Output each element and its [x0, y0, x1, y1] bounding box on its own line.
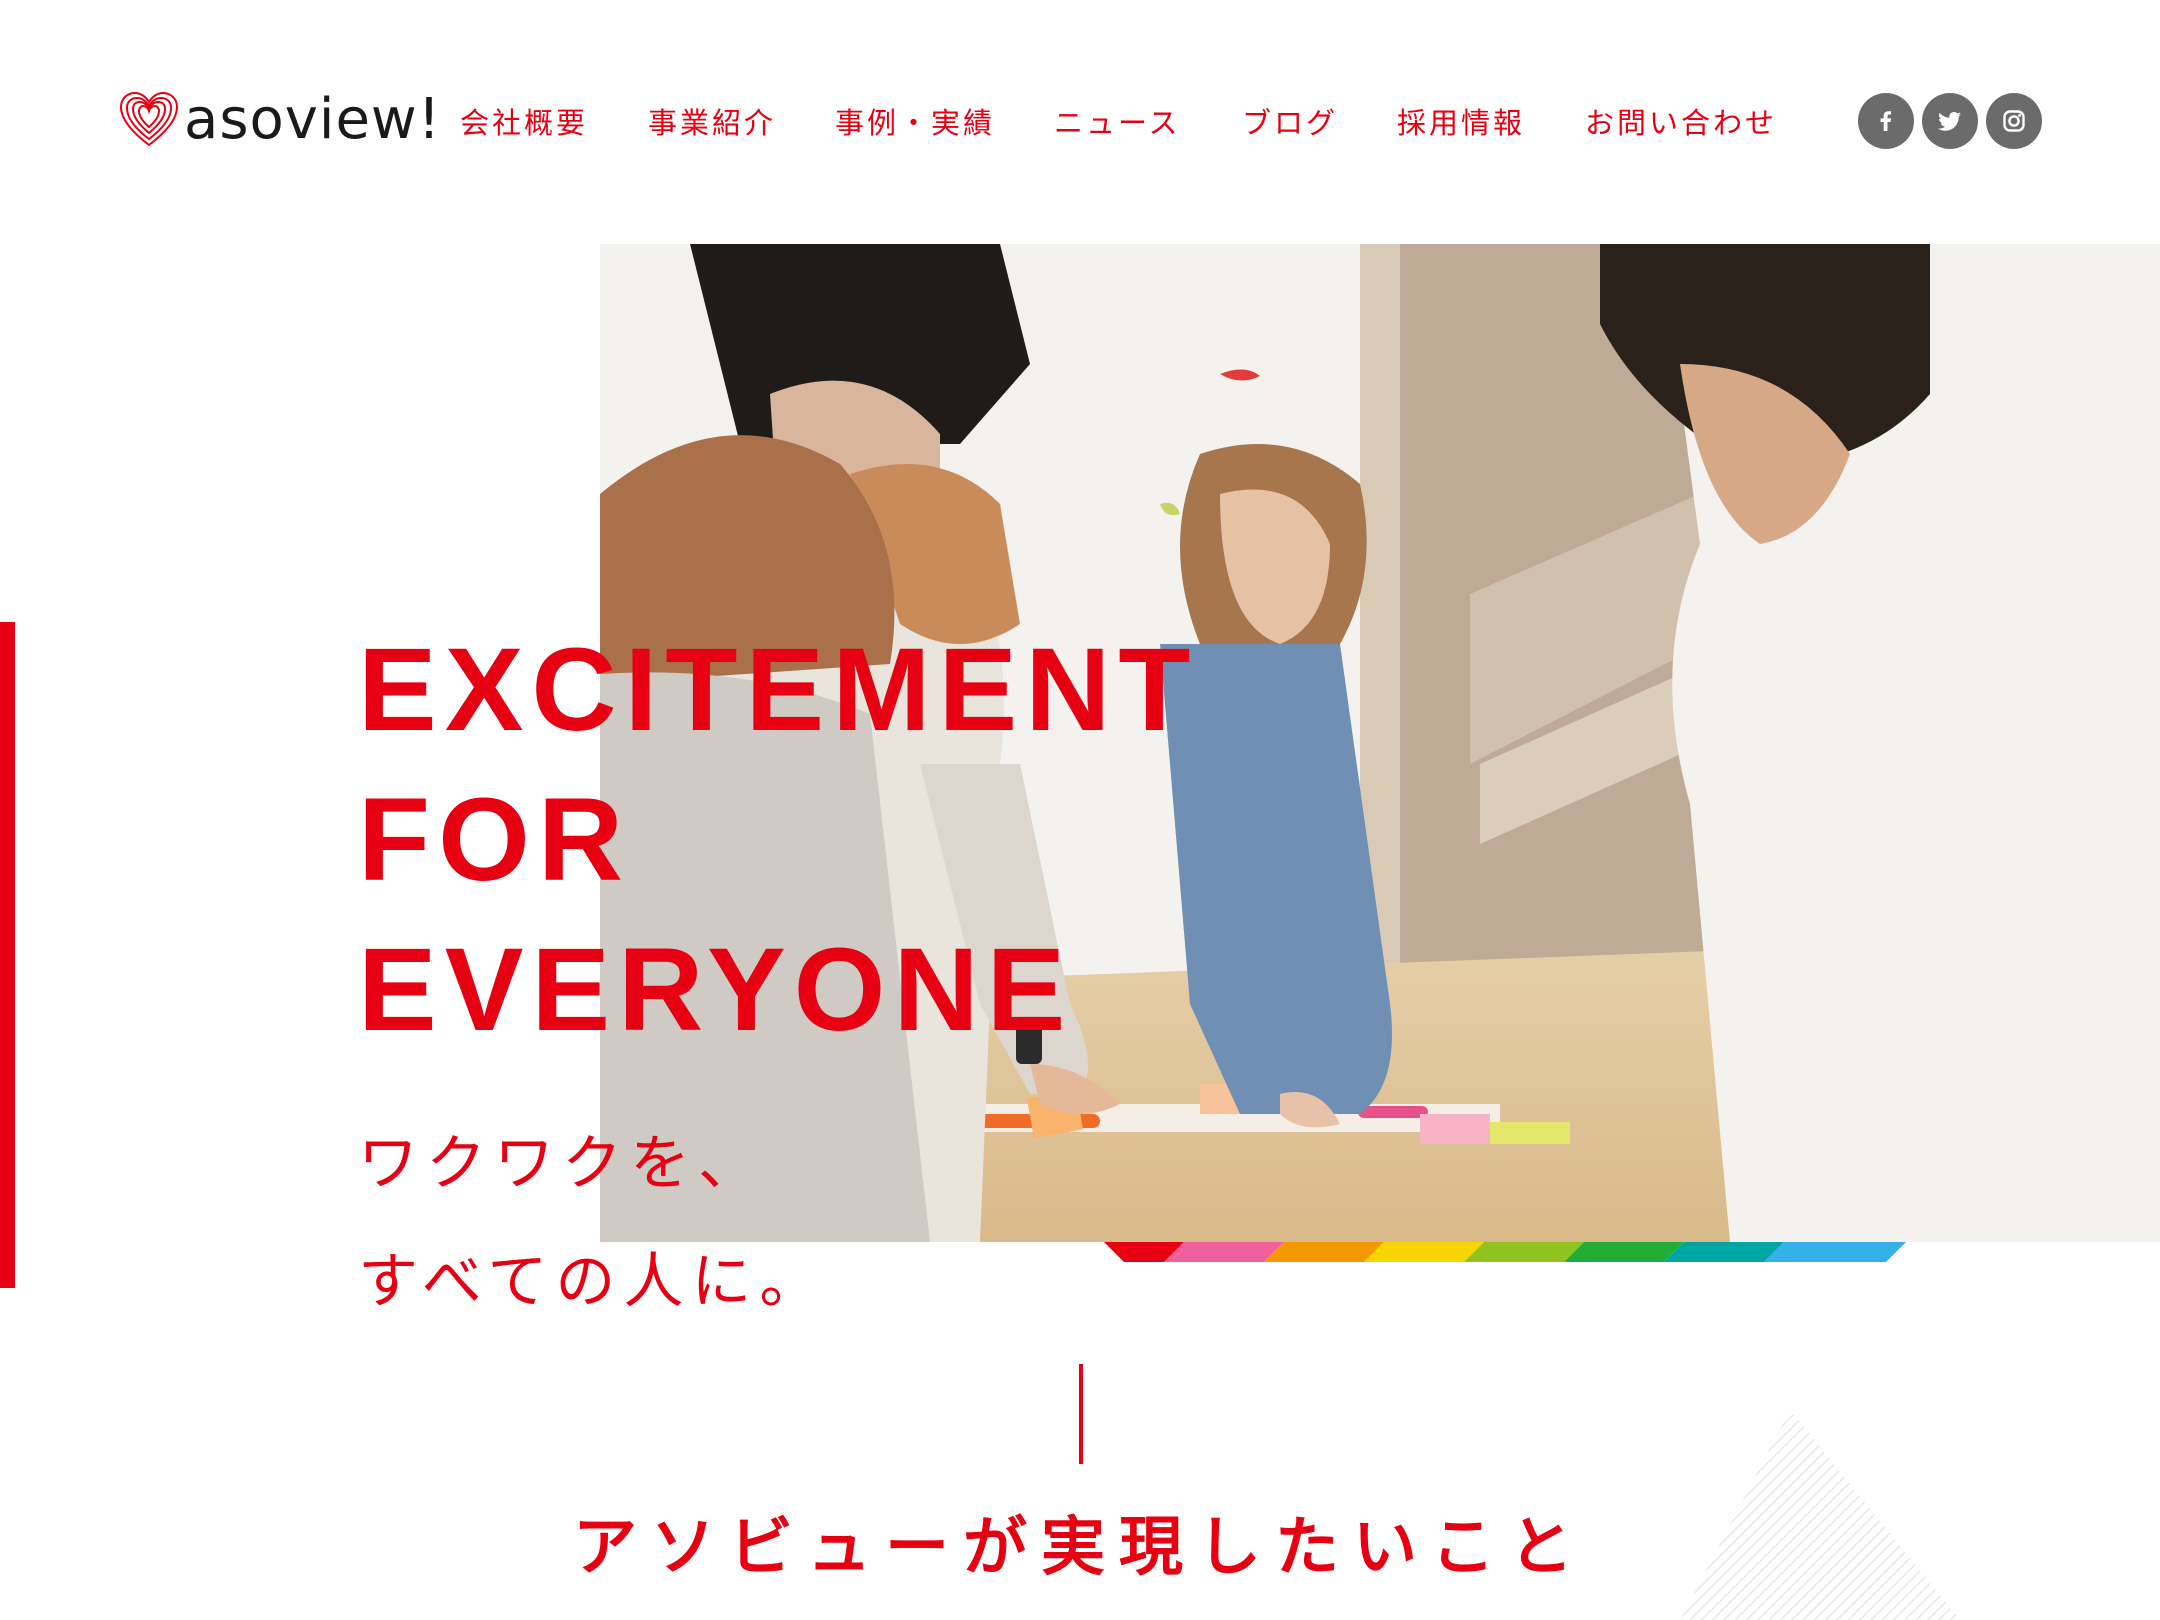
facebook-button[interactable] — [1858, 93, 1914, 149]
social-links — [1858, 93, 2050, 149]
nav-item-blog[interactable]: ブログ — [1242, 98, 1338, 148]
nav-item-recruit[interactable]: 採用情報 — [1397, 98, 1525, 148]
instagram-icon — [2003, 110, 2025, 132]
hero-tagline: EXCITEMENT FOR EVERYONE — [358, 615, 1199, 1065]
subcopy-line: すべての人に。 — [358, 1247, 828, 1317]
instagram-button[interactable] — [1986, 93, 2042, 149]
subcopy-line: ワクワクを、 — [358, 1129, 766, 1199]
twitter-button[interactable] — [1922, 93, 1978, 149]
section-divider — [1079, 1364, 1083, 1464]
rainbow-stripe — [1104, 1242, 1906, 1262]
facebook-icon — [1880, 111, 1892, 131]
hero-subcopy: ワクワクを、 すべての人に。 — [358, 1105, 827, 1341]
site-header: asoview! 会社概要 事業紹介 事例・実績 ニュース ブログ 採用情報 お… — [0, 0, 2160, 240]
nav-item-company[interactable]: 会社概要 — [460, 98, 588, 148]
tagline-line: EVERYONE — [358, 924, 1074, 1056]
section-title: アソビューが実現したいこと — [573, 1511, 1587, 1585]
nav-item-news[interactable]: ニュース — [1054, 98, 1181, 148]
nav-item-contact[interactable]: お問い合わせ — [1585, 98, 1777, 148]
heart-logo-icon — [119, 91, 179, 147]
side-accent-bar — [0, 622, 15, 1288]
nav-item-cases[interactable]: 事例・実績 — [835, 98, 995, 148]
twitter-icon — [1938, 112, 1961, 131]
tagline-line: FOR — [358, 774, 632, 906]
logo[interactable]: asoview! — [118, 88, 441, 152]
tagline-line: EXCITEMENT — [358, 624, 1199, 756]
nav-item-business[interactable]: 事業紹介 — [648, 98, 776, 148]
logo-text: asoview! — [184, 87, 442, 152]
